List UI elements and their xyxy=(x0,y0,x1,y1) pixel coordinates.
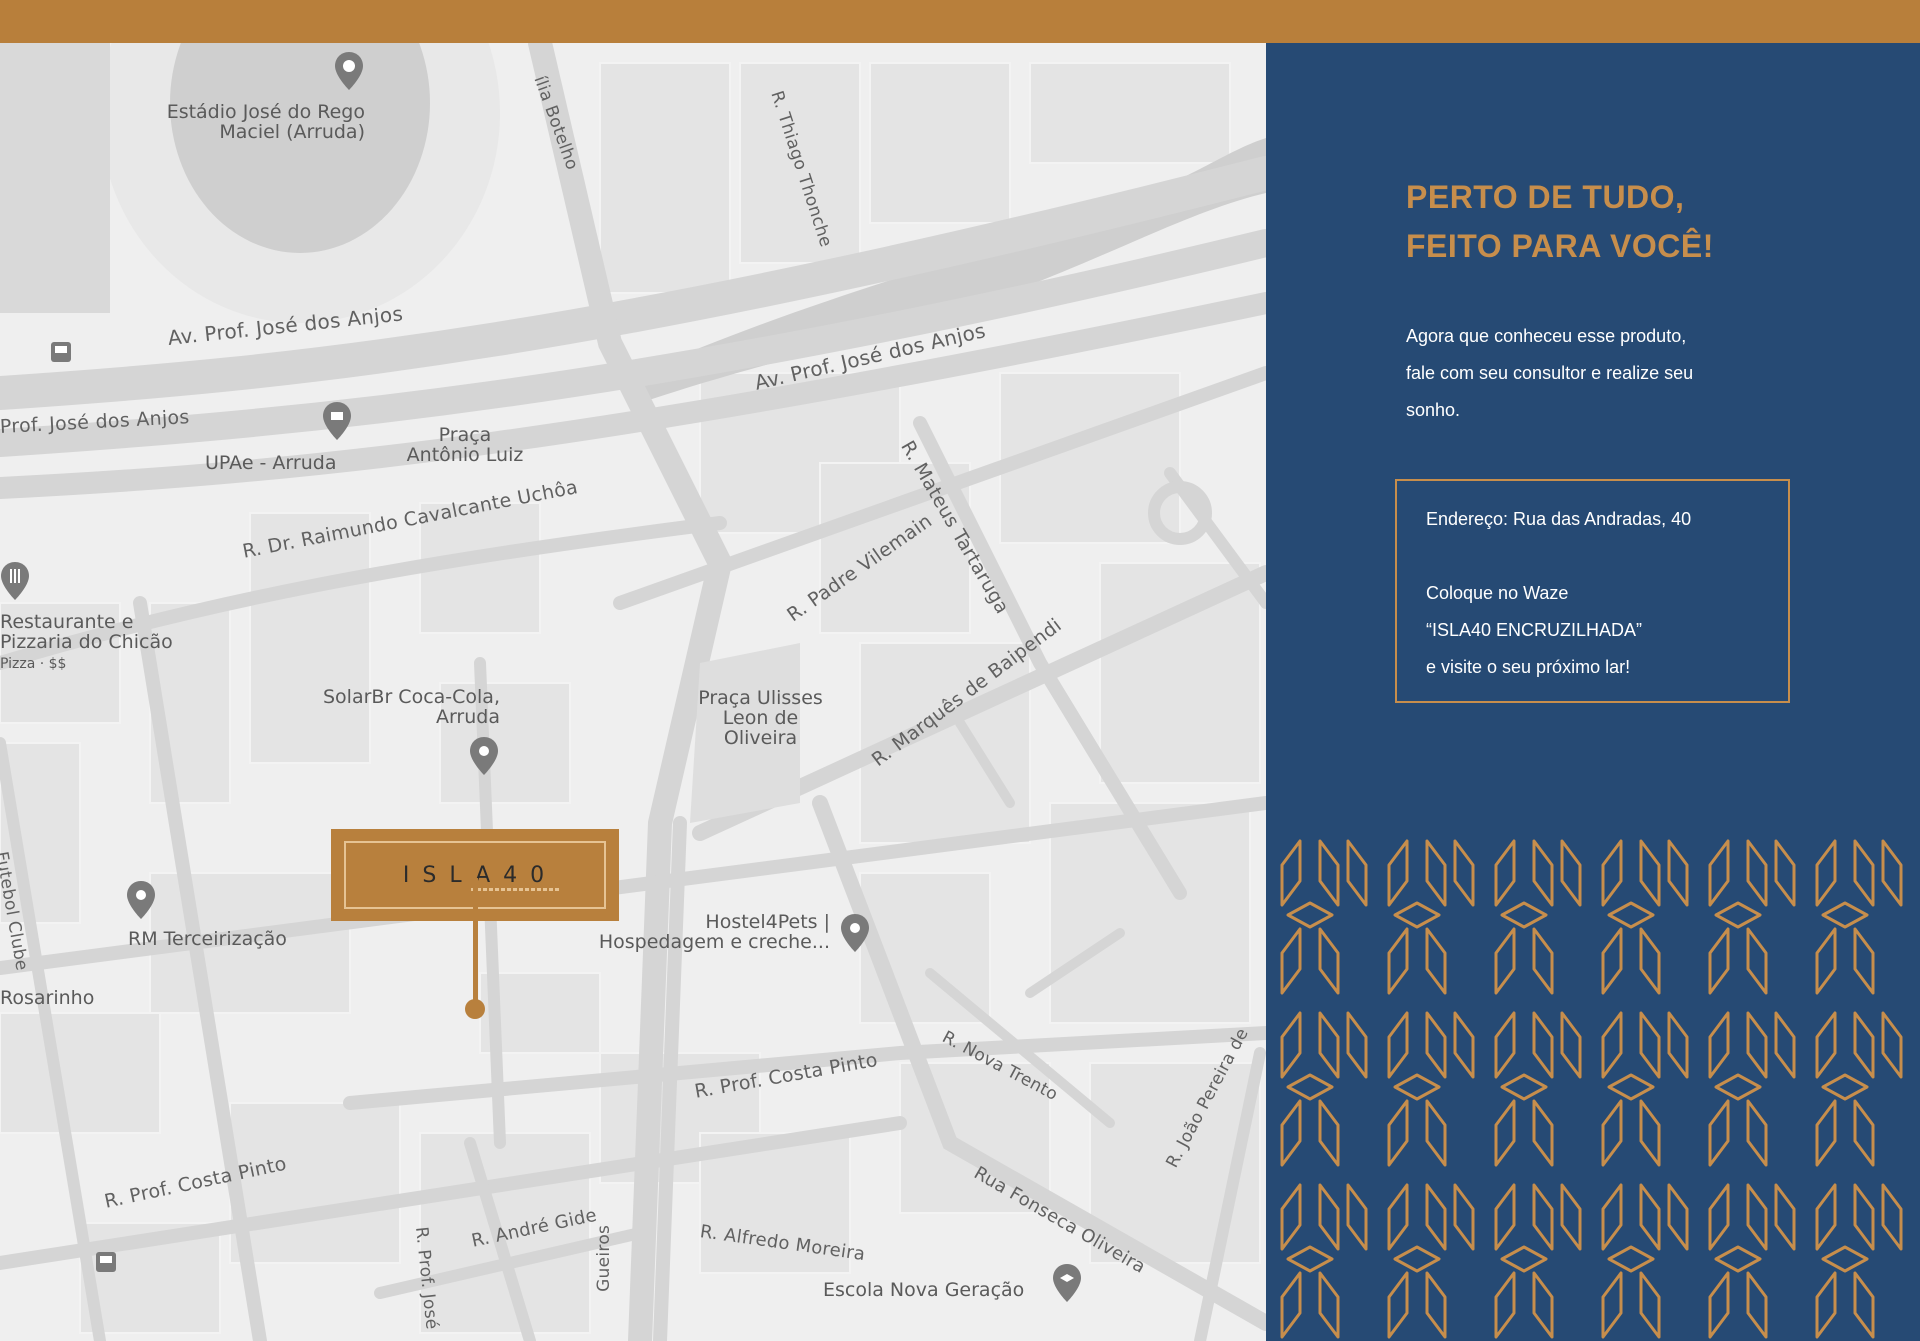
intro-line-2: fale com seu consultor e realize seu xyxy=(1406,363,1694,383)
solarbr-pin-icon[interactable] xyxy=(469,736,499,776)
hostel-pin-icon[interactable] xyxy=(840,913,870,953)
poi-rm-label[interactable]: RM Terceirização xyxy=(128,929,287,950)
marker-location-dot xyxy=(465,999,485,1019)
poi-praca-ulisses-label[interactable]: Praça Ulisses Leon de Oliveira xyxy=(688,688,833,749)
bus-stop-icon[interactable] xyxy=(95,1251,117,1273)
map-base xyxy=(0,43,1266,1341)
poi-restaurant-label[interactable]: Restaurante e Pizzaria do Chicão xyxy=(0,612,200,653)
waze-line-1: Coloque no Waze xyxy=(1426,583,1569,603)
panel-intro: Agora que conheceu esse produto, fale co… xyxy=(1406,318,1816,429)
poi-praca-antonio-label[interactable]: Praça Antônio Luiz xyxy=(405,425,525,466)
headline-line-1: PERTO DE TUDO, xyxy=(1406,179,1685,215)
waze-line-3: e visite o seu próximo lar! xyxy=(1426,657,1631,677)
address-text: Endereço: Rua das Andradas, 40 xyxy=(1426,509,1692,529)
school-pin-icon[interactable] xyxy=(1052,1263,1082,1303)
map-area[interactable]: Av. Prof. José dos Anjos Av. Prof. José … xyxy=(0,43,1266,1341)
poi-solarbr-label[interactable]: SolarBr Coca-Cola, Arruda xyxy=(300,687,500,728)
stadium-pin-icon[interactable] xyxy=(334,51,364,91)
bus-stop-icon[interactable] xyxy=(50,341,72,363)
poi-stadium-label[interactable]: Estádio José do Rego Maciel (Arruda) xyxy=(135,102,365,143)
hospital-pin-icon[interactable] xyxy=(322,401,352,441)
poi-rosarinho-label: Rosarinho xyxy=(0,987,95,1009)
rm-pin-icon[interactable] xyxy=(126,880,156,920)
waze-line-2: “ISLA40 ENCRUZILHADA” xyxy=(1426,620,1643,640)
restaurant-pin-icon[interactable] xyxy=(0,561,30,601)
marker-stem xyxy=(473,878,478,1008)
headline-line-2: FEITO PARA VOCÊ! xyxy=(1406,228,1714,264)
poi-restaurant-sub: Pizza · $$ xyxy=(0,656,67,672)
top-accent-bar xyxy=(0,0,1920,43)
info-panel: PERTO DE TUDO, FEITO PARA VOCÊ! Agora qu… xyxy=(1266,43,1920,1341)
poi-upae-label[interactable]: UPAe - Arruda xyxy=(205,453,336,474)
intro-line-3: sonho. xyxy=(1406,400,1461,420)
street-label: Gueiros xyxy=(594,1224,615,1292)
address-box: Endereço: Rua das Andradas, 40 Coloque n… xyxy=(1395,479,1790,703)
intro-line-1: Agora que conheceu esse produto, xyxy=(1406,326,1687,346)
decorative-pattern xyxy=(1266,833,1920,1341)
panel-headline: PERTO DE TUDO, FEITO PARA VOCÊ! xyxy=(1406,173,1714,271)
poi-escola-label[interactable]: Escola Nova Geração xyxy=(823,1280,1024,1301)
marker-decorative-line xyxy=(471,888,561,891)
